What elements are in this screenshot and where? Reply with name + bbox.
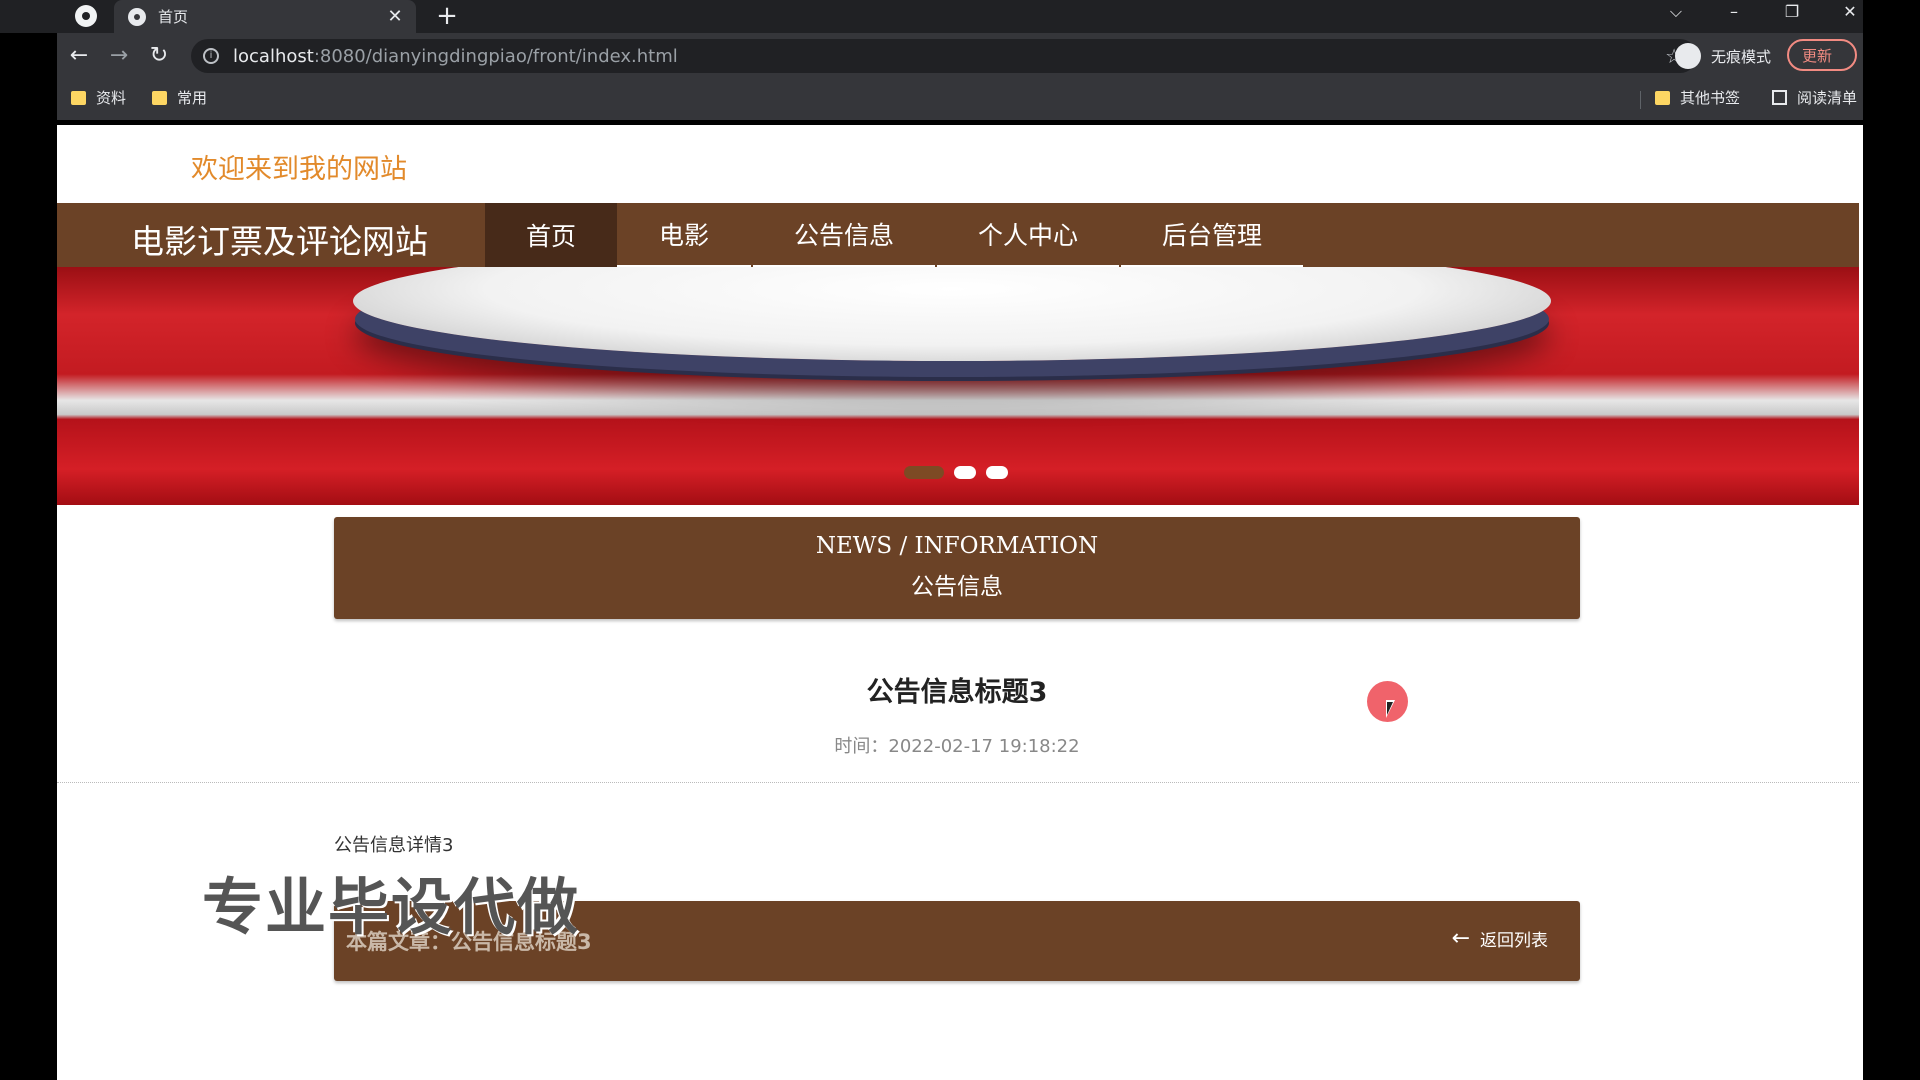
tab-search-icon[interactable]: ⌵ xyxy=(1656,2,1696,22)
incognito-indicator[interactable]: 无痕模式 xyxy=(1667,38,1782,74)
nav-admin[interactable]: 后台管理 xyxy=(1121,203,1303,267)
folder-icon xyxy=(71,90,86,105)
mouse-cursor-icon xyxy=(1386,700,1395,718)
article-body: 公告信息详情3 xyxy=(334,835,454,856)
globe-icon xyxy=(128,7,146,26)
bookmark-label: 资料 xyxy=(96,89,127,107)
info-icon[interactable]: i xyxy=(203,48,219,64)
folder-icon xyxy=(1655,90,1670,105)
time-value: 2022-02-17 19:18:22 xyxy=(888,736,1080,757)
news-heading-cn: 公告信息 xyxy=(911,574,1003,600)
restore-icon[interactable]: ❐ xyxy=(1772,2,1812,21)
close-window-icon[interactable]: ✕ xyxy=(1830,2,1870,21)
carousel-dot[interactable] xyxy=(954,466,976,479)
reading-list-icon xyxy=(1772,90,1787,105)
new-tab-icon[interactable]: + xyxy=(432,1,462,31)
reading-list-label: 阅读清单 xyxy=(1797,89,1858,107)
nav-user-center[interactable]: 个人中心 xyxy=(937,203,1119,267)
article-time: 时间：2022-02-17 19:18:22 xyxy=(57,732,1857,758)
carousel-indicators xyxy=(904,466,1008,479)
arrow-left-icon: ← xyxy=(1451,926,1470,951)
bookmark-folder-ziliao[interactable]: 资料 xyxy=(71,87,126,108)
address-bar[interactable]: i localhost:8080/dianyingdingpiao/front/… xyxy=(191,39,1697,73)
forward-arrow-icon[interactable]: → xyxy=(105,43,133,68)
update-label: 更新 xyxy=(1802,46,1833,65)
incognito-icon xyxy=(1675,43,1701,69)
browser-tab-bar: 首页 ✕ + ⌵ – ❐ ✕ xyxy=(0,0,1863,33)
back-to-list-link[interactable]: ← 返回列表 xyxy=(1452,926,1548,951)
main-nav: 电影订票及评论网站 首页 电影 公告信息 个人中心 后台管理 xyxy=(57,203,1859,267)
divider xyxy=(57,782,1859,783)
tab-title: 首页 xyxy=(158,8,189,26)
url-path: :8080/dianyingdingpiao/front/index.html xyxy=(313,45,678,67)
incognito-label: 无痕模式 xyxy=(1711,47,1772,66)
back-to-list-label: 返回列表 xyxy=(1480,931,1548,951)
bookmark-folder-other[interactable]: 其他书签 xyxy=(1655,87,1740,108)
nav-movies[interactable]: 电影 xyxy=(617,203,751,267)
site-title: 电影订票及评论网站 xyxy=(131,222,428,261)
browser-toolbar: ← → ↻ i localhost:8080/dianyingdingpiao/… xyxy=(57,33,1863,120)
browser-tab[interactable]: 首页 ✕ xyxy=(114,0,416,33)
watermark-overlay: 专业毕设代做 xyxy=(202,872,581,943)
carousel-dot[interactable] xyxy=(986,466,1008,479)
banner-image xyxy=(353,267,1551,361)
reload-icon[interactable]: ↻ xyxy=(145,43,173,68)
close-tab-icon[interactable]: ✕ xyxy=(382,6,408,27)
bookmark-label: 其他书签 xyxy=(1680,89,1741,107)
back-arrow-icon[interactable]: ← xyxy=(65,43,93,68)
bookmark-label: 常用 xyxy=(177,89,208,107)
bookmarks-separator xyxy=(1640,91,1641,109)
time-label: 时间： xyxy=(834,736,889,757)
welcome-text: 欢迎来到我的网站 xyxy=(191,154,407,185)
bookmarks-bar: 资料 常用 其他书签 阅读清单 xyxy=(57,81,1863,115)
article-title: 公告信息标题3 xyxy=(866,677,1048,708)
update-button[interactable]: 更新 xyxy=(1787,39,1857,71)
carousel-dot[interactable] xyxy=(904,466,944,479)
screen: 首页 ✕ + ⌵ – ❐ ✕ ← → ↻ i localhost:8080/di… xyxy=(0,0,1920,1080)
news-heading-en: NEWS / INFORMATION xyxy=(815,533,1099,559)
folder-icon xyxy=(152,90,167,105)
url-host: localhost xyxy=(233,45,314,67)
bookmark-folder-changyong[interactable]: 常用 xyxy=(152,87,207,108)
chrome-logo-icon[interactable] xyxy=(75,5,97,27)
nav-home[interactable]: 首页 xyxy=(485,203,617,267)
nav-announcements[interactable]: 公告信息 xyxy=(753,203,935,267)
news-section-header: NEWS / INFORMATION 公告信息 xyxy=(334,517,1580,619)
minimize-icon[interactable]: – xyxy=(1714,2,1754,21)
banner-carousel[interactable] xyxy=(57,267,1859,505)
reading-list[interactable]: 阅读清单 xyxy=(1772,87,1857,108)
